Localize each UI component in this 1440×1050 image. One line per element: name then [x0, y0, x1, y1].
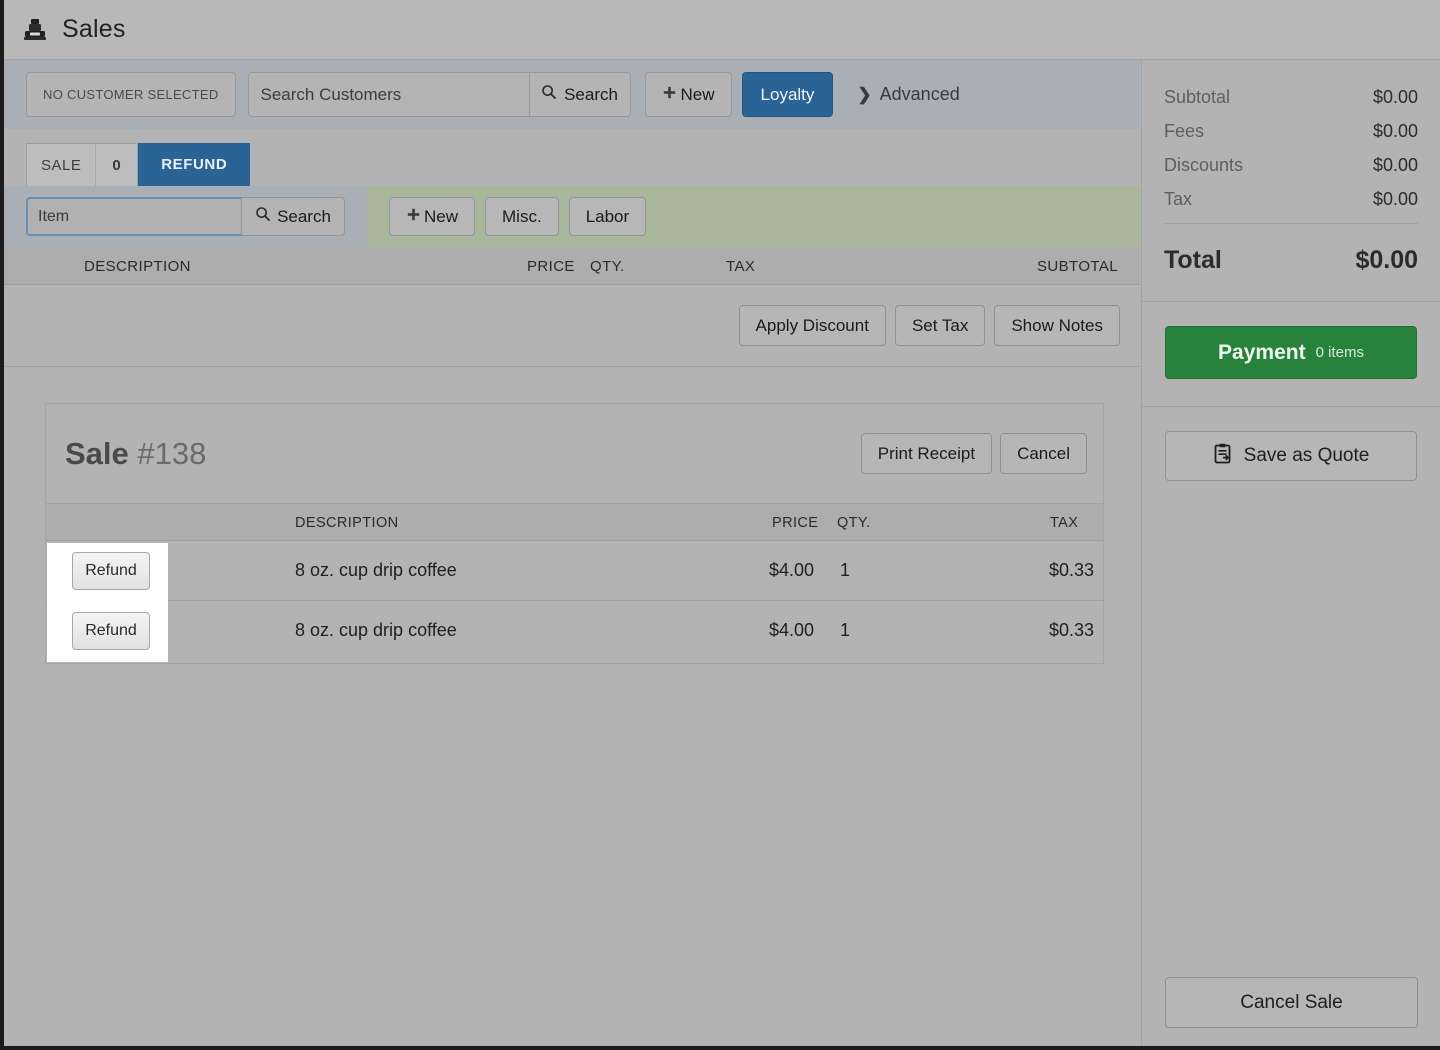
tab-sale-label: SALE	[41, 156, 82, 174]
table-row: Refund 8 oz. cup drip coffee $4.00 1 $0.…	[46, 541, 1103, 601]
card-column-header-description: DESCRIPTION	[295, 515, 399, 531]
loyalty-button[interactable]: Loyalty	[741, 72, 834, 117]
item-search-input[interactable]	[26, 197, 241, 236]
plus-icon	[662, 85, 677, 105]
column-header-qty: QTY.	[590, 258, 625, 275]
cart-actions-row: Apply Discount Set Tax Show Notes	[4, 285, 1140, 367]
row-tax: $0.33	[1049, 620, 1095, 640]
cancel-sale-button[interactable]: Cancel Sale	[1165, 977, 1418, 1028]
row-price: $4.00	[769, 560, 815, 580]
sale-detail-card: Sale #138 Print Receipt Cancel DESCRIPTI…	[45, 403, 1104, 664]
cancel-sale-section: Cancel Sale	[1165, 977, 1418, 1028]
payment-label: Payment	[1218, 340, 1306, 364]
show-notes-button[interactable]: Show Notes	[994, 305, 1120, 346]
refund-button-row-1[interactable]: Refund	[72, 552, 150, 590]
table-row: Refund 8 oz. cup drip coffee $4.00 1 $0.…	[46, 601, 1103, 661]
grand-total-row: Total $0.00	[1164, 224, 1418, 301]
row-qty: 1	[840, 620, 851, 640]
column-header-price: PRICE	[527, 258, 575, 275]
save-as-quote-label: Save as Quote	[1243, 445, 1370, 466]
fees-label: Fees	[1164, 121, 1205, 141]
card-column-header-price: PRICE	[772, 515, 819, 531]
new-customer-label: New	[680, 84, 715, 104]
new-item-button[interactable]: New	[389, 197, 476, 236]
subtotal-label: Subtotal	[1164, 87, 1231, 107]
labor-item-button[interactable]: Labor	[568, 197, 647, 236]
column-header-subtotal: SUBTOTAL	[1037, 258, 1118, 275]
sale-card-column-headers: DESCRIPTION PRICE QTY. TAX	[46, 504, 1103, 541]
item-search-group: Search	[26, 197, 345, 236]
card-column-header-tax: TAX	[1050, 515, 1079, 531]
total-line-fees: Fees $0.00	[1164, 121, 1418, 142]
order-summary-sidebar: Subtotal $0.00 Fees $0.00 Discounts $0.0…	[1141, 60, 1440, 1046]
plus-icon	[406, 207, 421, 227]
customer-search-group: Search	[247, 72, 631, 117]
sales-app-window: Sales NO CUSTOMER SELECTED Search New Lo…	[0, 0, 1440, 1050]
window-title-bar: Sales	[4, 0, 1440, 60]
main-table-header: DESCRIPTION PRICE QTY. TAX SUBTOTAL	[4, 247, 1140, 285]
total-line-subtotal: Subtotal $0.00	[1164, 87, 1418, 108]
advanced-label: Advanced	[879, 84, 960, 104]
page-title: Sales	[62, 15, 126, 43]
no-customer-selected-button[interactable]: NO CUSTOMER SELECTED	[26, 72, 236, 117]
sale-title-prefix: Sale	[65, 435, 129, 471]
refund-button-row-2[interactable]: Refund	[72, 612, 150, 650]
quote-section: Save as Quote	[1142, 407, 1440, 481]
cancel-button[interactable]: Cancel	[1000, 433, 1087, 474]
total-line-tax: Tax $0.00	[1164, 189, 1418, 210]
total-label: Total	[1164, 246, 1222, 274]
total-line-discounts: Discounts $0.00	[1164, 155, 1418, 176]
payment-item-count: 0 items	[1315, 344, 1364, 361]
transaction-tabs: SALE 0 REFUND	[4, 129, 1140, 186]
tab-sale-count: 0	[95, 144, 137, 186]
apply-discount-button[interactable]: Apply Discount	[738, 305, 886, 346]
cash-register-icon	[22, 17, 48, 43]
row-price: $4.00	[769, 620, 815, 640]
sale-number-heading: Sale #138	[65, 436, 206, 472]
tax-label: Tax	[1164, 189, 1193, 209]
discounts-label: Discounts	[1164, 155, 1244, 175]
search-icon	[255, 206, 271, 227]
payment-section: Payment 0 items	[1142, 302, 1440, 406]
customer-search-button[interactable]: Search	[528, 72, 631, 117]
fees-value: $0.00	[1372, 121, 1418, 141]
row-qty: 1	[840, 560, 851, 580]
chevron-right-icon: ❯	[857, 84, 872, 104]
discounts-value: $0.00	[1372, 155, 1418, 175]
customer-toolbar: NO CUSTOMER SELECTED Search New Loyalty …	[4, 60, 1140, 129]
card-column-header-qty: QTY.	[837, 515, 871, 531]
tab-sale[interactable]: SALE 0	[26, 143, 139, 186]
advanced-toggle[interactable]: ❯ Advanced	[857, 84, 959, 105]
row-description: 8 oz. cup drip coffee	[295, 620, 457, 640]
sale-title-number: #138	[137, 435, 207, 471]
customer-search-button-label: Search	[564, 84, 618, 104]
item-actions-strip: New Misc. Labor	[367, 186, 1140, 247]
search-icon	[541, 84, 557, 105]
sale-card-header-actions: Print Receipt Cancel	[860, 433, 1087, 474]
save-as-quote-button[interactable]: Save as Quote	[1165, 431, 1417, 481]
totals-list: Subtotal $0.00 Fees $0.00 Discounts $0.0…	[1142, 60, 1440, 301]
item-search-button[interactable]: Search	[241, 197, 345, 236]
row-tax: $0.33	[1049, 560, 1095, 580]
print-receipt-button[interactable]: Print Receipt	[860, 433, 993, 474]
tax-value: $0.00	[1372, 189, 1418, 209]
payment-button[interactable]: Payment 0 items	[1165, 326, 1417, 379]
item-search-button-label: Search	[277, 206, 331, 226]
customer-search-input[interactable]	[247, 72, 529, 117]
clipboard-icon	[1213, 443, 1233, 470]
new-item-label: New	[424, 206, 459, 226]
total-value: $0.00	[1355, 246, 1418, 274]
tab-refund[interactable]: REFUND	[138, 143, 251, 186]
new-customer-button[interactable]: New	[644, 72, 732, 117]
column-header-description: DESCRIPTION	[84, 258, 191, 275]
column-header-tax: TAX	[726, 258, 756, 275]
row-description: 8 oz. cup drip coffee	[295, 560, 457, 580]
sale-card-header: Sale #138 Print Receipt Cancel	[46, 404, 1103, 504]
set-tax-button[interactable]: Set Tax	[894, 305, 986, 346]
subtotal-value: $0.00	[1372, 87, 1418, 107]
misc-item-button[interactable]: Misc.	[485, 197, 559, 236]
